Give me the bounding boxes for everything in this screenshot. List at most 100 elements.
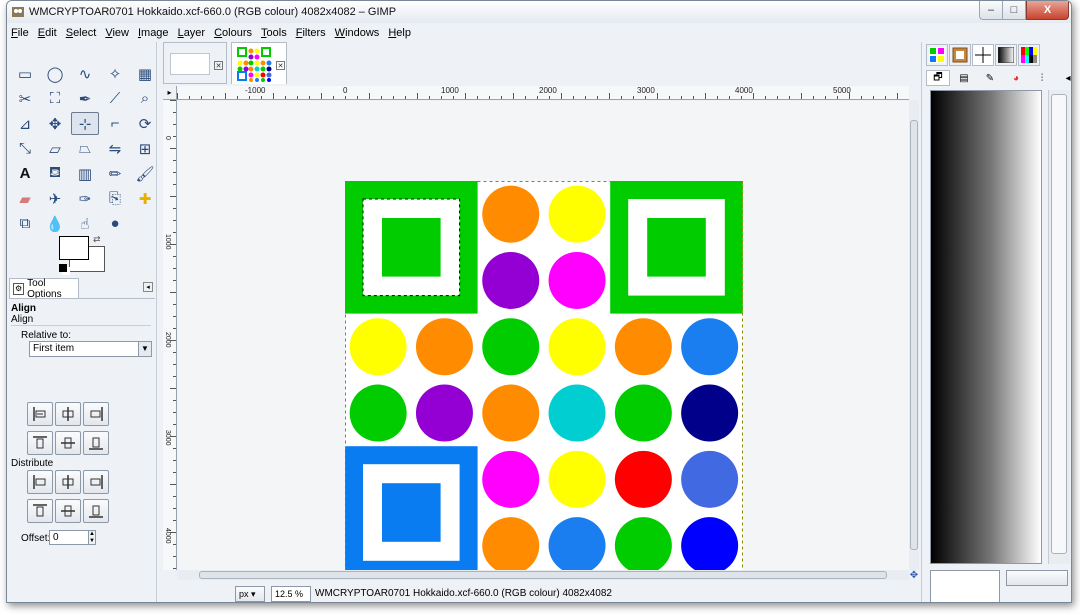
scale-tool[interactable]: ⤡: [11, 137, 39, 160]
default-colors-icon[interactable]: [59, 264, 67, 272]
crosshair-tab[interactable]: [972, 44, 994, 66]
distribute-center-button[interactable]: [55, 470, 81, 494]
perspective-tool[interactable]: ⏢: [71, 137, 99, 160]
move-tool[interactable]: ✥: [41, 112, 69, 135]
offset-spinner[interactable]: ▲ ▼: [88, 530, 96, 545]
color-picker-tool[interactable]: ⟋: [101, 87, 129, 110]
select-by-color-tool[interactable]: ▦: [131, 62, 159, 85]
close-icon[interactable]: ✕: [276, 61, 285, 70]
panel-menu-icon[interactable]: ◂: [143, 282, 153, 292]
zoom-select[interactable]: 12.5 % ▾: [271, 586, 311, 602]
brushes-tab[interactable]: [949, 44, 971, 66]
paintbrush-tool[interactable]: 🖌: [131, 162, 159, 185]
blend-tool[interactable]: ▥: [71, 162, 99, 185]
flip-tool[interactable]: ⇋: [101, 137, 129, 160]
gradient-preview[interactable]: [930, 90, 1042, 564]
maximize-button[interactable]: □: [1002, 1, 1026, 20]
dock-bottom-field[interactable]: [930, 570, 1000, 602]
align-top-button[interactable]: [27, 431, 53, 455]
close-icon[interactable]: ✕: [214, 61, 223, 70]
rotate-tool[interactable]: ⟳: [131, 112, 159, 135]
menu-image[interactable]: Image: [138, 27, 169, 39]
foreground-color-swatch[interactable]: [59, 236, 89, 260]
menu-tools[interactable]: Tools: [261, 27, 287, 39]
crop-tool[interactable]: ⌐: [101, 112, 129, 135]
scissors-tool[interactable]: ✂: [11, 87, 39, 110]
channels-subtab[interactable]: ▤: [952, 70, 976, 86]
zoom-tool[interactable]: ⌕: [131, 87, 159, 110]
close-button[interactable]: X: [1026, 1, 1069, 20]
image-tab-hokkaido[interactable]: ✕: [231, 42, 287, 84]
ellipse-select-tool[interactable]: ◯: [41, 62, 69, 85]
menu-view[interactable]: View: [105, 27, 129, 39]
align-bottom-button[interactable]: [83, 431, 109, 455]
tool-options-tab[interactable]: ⚙ Tool Options: [9, 278, 79, 300]
vertical-scrollbar[interactable]: [909, 100, 919, 570]
image-thumbnail: [170, 53, 210, 75]
rect-select-tool[interactable]: ▭: [11, 62, 39, 85]
align-center-button[interactable]: [55, 402, 81, 426]
clone-tool[interactable]: ⎘: [101, 187, 129, 210]
distribute-right-button[interactable]: [83, 470, 109, 494]
patterns-tab[interactable]: [926, 44, 948, 66]
distribute-left-button[interactable]: [27, 470, 53, 494]
unit-select[interactable]: px ▾: [235, 586, 265, 602]
image-tab-blank[interactable]: ✕: [163, 42, 227, 84]
horizontal-scrollbar[interactable]: [177, 570, 909, 580]
undo-subtab[interactable]: ◂: [1056, 70, 1071, 86]
free-select-tool[interactable]: ∿: [71, 62, 99, 85]
perspective-clone-tool[interactable]: ⧉: [11, 212, 39, 235]
layers-subtab[interactable]: 🗗: [926, 70, 950, 86]
align-tool[interactable]: ⊹: [71, 112, 99, 135]
vertical-ruler[interactable]: 0 1000 2000 3000 4000: [163, 100, 177, 570]
measure-tool[interactable]: ⊿: [11, 112, 39, 135]
eraser-tool[interactable]: ▰: [11, 187, 39, 210]
cage-tool[interactable]: ⊞: [131, 137, 159, 160]
smudge-tool[interactable]: ☝: [71, 212, 99, 235]
distribute-bottom-button[interactable]: [83, 499, 109, 523]
distribute-middle-button[interactable]: [55, 499, 81, 523]
minimize-button[interactable]: –: [979, 1, 1003, 20]
align-middle-button[interactable]: [55, 431, 81, 455]
image-canvas[interactable]: [178, 101, 909, 579]
histogram-subtab[interactable]: ⫶: [1030, 70, 1054, 86]
quick-mask-icon[interactable]: ▸: [163, 86, 177, 100]
foreground-select-tool[interactable]: ⛶: [41, 87, 69, 110]
text-tool[interactable]: A: [11, 162, 39, 185]
menu-help[interactable]: Help: [388, 27, 411, 39]
palettes-tab[interactable]: [1018, 44, 1040, 66]
dodge-burn-tool[interactable]: ●: [101, 212, 129, 235]
navigate-icon[interactable]: ✥: [909, 570, 919, 581]
image-content[interactable]: [178, 101, 909, 579]
offset-input[interactable]: 0: [49, 530, 89, 545]
fuzzy-select-tool[interactable]: ✧: [101, 62, 129, 85]
colormap-subtab[interactable]: ◕: [1004, 70, 1028, 86]
relative-to-select[interactable]: First item ▼: [29, 341, 152, 357]
menu-layer[interactable]: Layer: [178, 27, 206, 39]
shear-tool[interactable]: ▱: [41, 137, 69, 160]
heal-tool[interactable]: ✚: [131, 187, 159, 210]
menu-colours[interactable]: Colours: [214, 27, 252, 39]
pencil-tool[interactable]: ✏: [101, 162, 129, 185]
align-right-button[interactable]: [83, 402, 109, 426]
distribute-top-button[interactable]: [27, 499, 53, 523]
fg-bg-colors[interactable]: ⇄: [59, 234, 109, 276]
perspective-icon: ⏢: [78, 140, 91, 157]
horizontal-ruler[interactable]: -1000 0 1000 2000 3000 4000 5000: [177, 86, 909, 100]
dock-bottom-button[interactable]: [1006, 570, 1068, 586]
menu-filters[interactable]: Filters: [296, 27, 326, 39]
blur-tool[interactable]: 💧: [41, 212, 69, 235]
menu-edit[interactable]: Edit: [38, 27, 57, 39]
bucket-fill-tool[interactable]: ⛾: [41, 162, 69, 185]
gradients-tab[interactable]: [995, 44, 1017, 66]
swap-colors-icon[interactable]: ⇄: [93, 234, 101, 245]
menu-windows[interactable]: Windows: [335, 27, 380, 39]
menu-file[interactable]: File: [11, 27, 29, 39]
align-left-button[interactable]: [27, 402, 53, 426]
dock-scrollbar[interactable]: [1048, 90, 1070, 564]
paths-subtab[interactable]: ✎: [978, 70, 1002, 86]
menu-select[interactable]: Select: [66, 27, 97, 39]
ink-tool[interactable]: ✑: [71, 187, 99, 210]
paths-tool[interactable]: ✒: [71, 87, 99, 110]
airbrush-tool[interactable]: ✈: [41, 187, 69, 210]
